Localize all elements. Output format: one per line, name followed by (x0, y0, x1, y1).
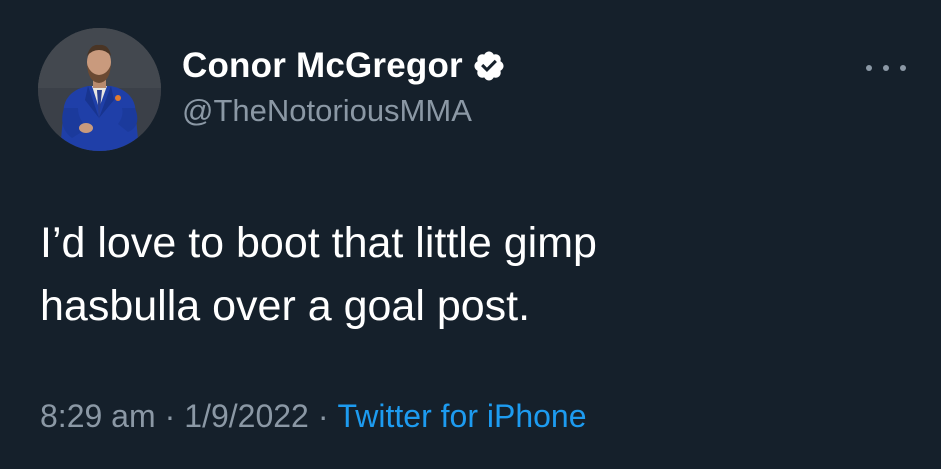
tweet-card: Conor McGregor @TheNotoriousMMA I’d love… (0, 0, 941, 469)
tweet-date[interactable]: 1/9/2022 (184, 398, 309, 435)
more-dot (883, 65, 889, 71)
tweet-text: I’d love to boot that little gimp hasbul… (40, 219, 597, 330)
author-display-name[interactable]: Conor McGregor (182, 46, 463, 86)
avatar-image (38, 28, 161, 151)
meta-separator: · (317, 398, 329, 434)
author-name-row: Conor McGregor (182, 46, 506, 86)
tweet-metadata: 8:29 am · 1/9/2022 · Twitter for iPhone (40, 398, 587, 435)
author-handle[interactable]: @TheNotoriousMMA (182, 93, 472, 129)
avatar[interactable] (38, 28, 161, 151)
meta-separator: · (164, 398, 176, 434)
more-dot (866, 65, 872, 71)
tweet-source-link[interactable]: Twitter for iPhone (338, 398, 587, 435)
tweet-time[interactable]: 8:29 am (40, 398, 156, 435)
verified-badge-icon (472, 49, 506, 83)
more-horizontal-icon[interactable] (866, 58, 906, 78)
more-dot (900, 65, 906, 71)
